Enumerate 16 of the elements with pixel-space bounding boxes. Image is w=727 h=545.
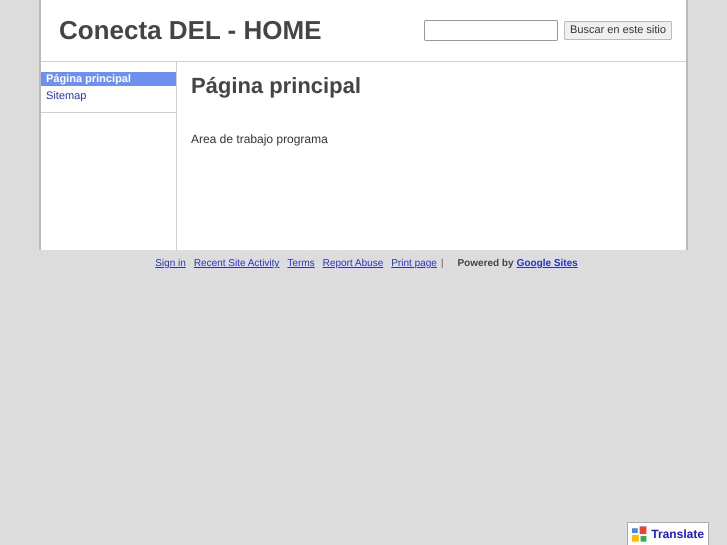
footer-link[interactable]: Print page xyxy=(391,256,437,271)
separator-text: | xyxy=(440,257,444,271)
footer-link[interactable]: Sign in xyxy=(155,256,186,271)
search-button[interactable]: Buscar en este sitio xyxy=(564,21,672,40)
footer-link[interactable]: Recent Site Activity xyxy=(194,256,280,271)
translate-logo-icon xyxy=(632,526,648,542)
powered-by-text: Powered by xyxy=(457,257,514,271)
brand-link[interactable]: Google Sites xyxy=(516,256,578,271)
translate-button[interactable]: Translate xyxy=(627,522,709,545)
sidebar-item[interactable]: Sitemap xyxy=(41,88,176,104)
body-text: Area de trabajo programa xyxy=(191,131,329,148)
footer-link[interactable]: Report Abuse xyxy=(322,256,384,271)
page-heading: Página principal xyxy=(191,72,362,100)
search-field[interactable] xyxy=(424,20,558,41)
site-title: Conecta DEL - HOME xyxy=(59,14,322,47)
footer-link[interactable]: Terms xyxy=(287,256,315,271)
